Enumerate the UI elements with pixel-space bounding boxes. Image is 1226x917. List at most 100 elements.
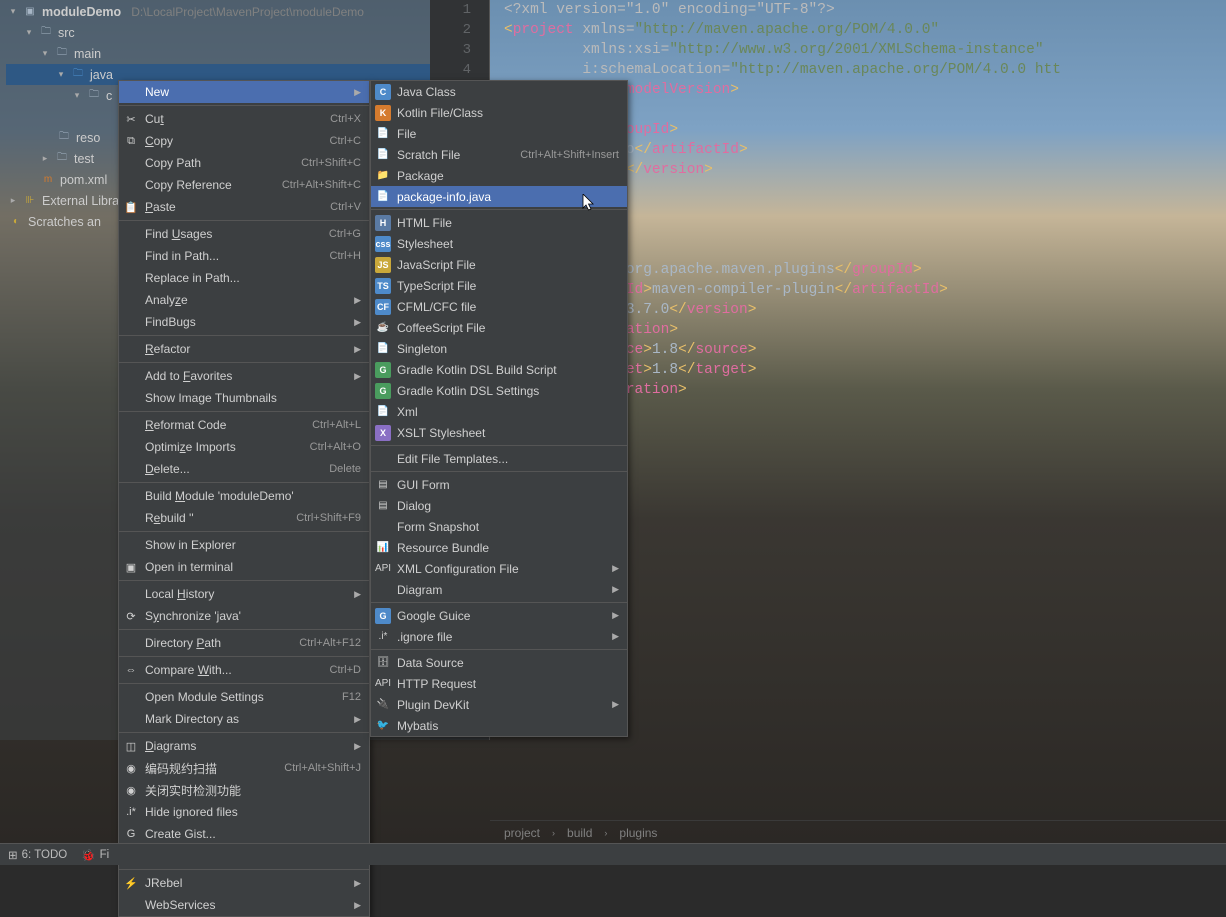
menu-shortcut: Ctrl+C: [330, 135, 361, 147]
menu-item[interactable]: Show Image Thumbnails: [119, 387, 369, 409]
menu-item[interactable]: 📄Singleton: [371, 338, 627, 359]
menu-item[interactable]: Copy ReferenceCtrl+Alt+Shift+C: [119, 174, 369, 196]
menu-shortcut: Ctrl+V: [330, 201, 361, 213]
menu-item[interactable]: 🐦Mybatis: [371, 715, 627, 736]
menu-item[interactable]: Form Snapshot: [371, 516, 627, 537]
chevron-right-icon: ▶: [354, 589, 361, 600]
menu-label: Java Class: [397, 85, 619, 99]
menu-item[interactable]: 📄File: [371, 123, 627, 144]
menu-item[interactable]: ▤Dialog: [371, 495, 627, 516]
menu-item[interactable]: FindBugs▶: [119, 311, 369, 333]
breadcrumb-item[interactable]: build: [567, 826, 592, 840]
chevron-right-icon: ▶: [354, 741, 361, 752]
menu-item[interactable]: 📋PasteCtrl+V: [119, 196, 369, 218]
folder-icon: 🗀: [70, 67, 86, 83]
findbugs-tool[interactable]: 🐞 Fi: [81, 848, 109, 862]
menu-item[interactable]: Edit File Templates...: [371, 448, 627, 469]
menu-item[interactable]: ▣Open in terminal: [119, 556, 369, 578]
menu-item[interactable]: APIHTTP Request: [371, 673, 627, 694]
menu-item[interactable]: Rebuild ''Ctrl+Shift+F9: [119, 507, 369, 529]
menu-item[interactable]: GCreate Gist...: [119, 823, 369, 845]
chevron-down-icon: ▾: [24, 27, 34, 38]
menu-item[interactable]: Add to Favorites▶: [119, 365, 369, 387]
menu-label: Data Source: [397, 656, 619, 670]
menu-item[interactable]: cssStylesheet: [371, 233, 627, 254]
menu-item[interactable]: APIXML Configuration File▶: [371, 558, 627, 579]
menu-item[interactable]: ▤GUI Form: [371, 474, 627, 495]
menu-icon: 📄: [375, 341, 391, 357]
menu-item[interactable]: Refactor▶: [119, 338, 369, 360]
menu-item[interactable]: CJava Class: [371, 81, 627, 102]
menu-item[interactable]: New▶: [119, 81, 369, 103]
menu-icon: ⇔: [123, 662, 139, 678]
menu-item[interactable]: Reformat CodeCtrl+Alt+L: [119, 414, 369, 436]
menu-label: Refactor: [145, 342, 354, 356]
tree-folder-main[interactable]: ▾ 🗀 main: [6, 43, 430, 64]
tree-folder-src[interactable]: ▾ 🗀 src: [6, 22, 430, 43]
menu-item[interactable]: Mark Directory as▶: [119, 708, 369, 730]
menu-icon: 📄: [375, 189, 391, 205]
menu-item[interactable]: ◉关闭实时检测功能: [119, 779, 369, 801]
tree-root[interactable]: ▾ ▣ moduleDemo D:\LocalProject\MavenProj…: [6, 1, 430, 22]
menu-item[interactable]: GGoogle Guice▶: [371, 605, 627, 626]
menu-label: Copy Path: [145, 156, 301, 170]
menu-item[interactable]: Build Module 'moduleDemo': [119, 485, 369, 507]
menu-item[interactable]: Directory PathCtrl+Alt+F12: [119, 632, 369, 654]
menu-item[interactable]: HHTML File: [371, 212, 627, 233]
menu-item[interactable]: 🔌Plugin DevKit▶: [371, 694, 627, 715]
chevron-right-icon: ▶: [612, 610, 619, 621]
menu-label: Build Module 'moduleDemo': [145, 489, 361, 503]
menu-item[interactable]: Optimize ImportsCtrl+Alt+O: [119, 436, 369, 458]
todo-tool[interactable]: ⊞ 6: TODO: [8, 848, 67, 862]
menu-item[interactable]: 📄package-info.java: [371, 186, 627, 207]
chevron-down-icon: ▾: [8, 6, 18, 17]
menu-item[interactable]: .i*.ignore file▶: [371, 626, 627, 647]
menu-item[interactable]: TSTypeScript File: [371, 275, 627, 296]
context-menu[interactable]: New▶ ✂CutCtrl+X⧉CopyCtrl+CCopy PathCtrl+S…: [118, 80, 370, 917]
menu-item[interactable]: Show in Explorer: [119, 534, 369, 556]
menu-item[interactable]: Delete...Delete: [119, 458, 369, 480]
menu-label: Hide ignored files: [145, 805, 361, 819]
menu-item[interactable]: 📄Xml: [371, 401, 627, 422]
menu-item[interactable]: KKotlin File/Class: [371, 102, 627, 123]
menu-label: Copy Reference: [145, 178, 282, 192]
menu-icon: 🐦: [375, 718, 391, 734]
menu-item[interactable]: 🗄Data Source: [371, 652, 627, 673]
menu-item[interactable]: ⧉CopyCtrl+C: [119, 130, 369, 152]
breadcrumb-item[interactable]: project: [504, 826, 540, 840]
menu-item[interactable]: Diagram▶: [371, 579, 627, 600]
menu-item[interactable]: Replace in Path...: [119, 267, 369, 289]
menu-item[interactable]: Find in Path...Ctrl+H: [119, 245, 369, 267]
menu-icon: CF: [375, 299, 391, 315]
menu-item[interactable]: ⟳Synchronize 'java': [119, 605, 369, 627]
menu-item[interactable]: 📁Package: [371, 165, 627, 186]
menu-item[interactable]: 📊Resource Bundle: [371, 537, 627, 558]
breadcrumb[interactable]: project › build › plugins: [490, 820, 1226, 844]
new-submenu[interactable]: CJava ClassKKotlin File/Class📄File📄Scrat…: [370, 80, 628, 737]
menu-item[interactable]: Copy PathCtrl+Shift+C: [119, 152, 369, 174]
menu-item[interactable]: JSJavaScript File: [371, 254, 627, 275]
menu-shortcut: Delete: [329, 463, 361, 475]
menu-icon: ⟳: [123, 608, 139, 624]
menu-item[interactable]: ✂CutCtrl+X: [119, 108, 369, 130]
menu-item[interactable]: Find UsagesCtrl+G: [119, 223, 369, 245]
menu-item[interactable]: ◫Diagrams▶: [119, 735, 369, 757]
menu-item[interactable]: ☕CoffeeScript File: [371, 317, 627, 338]
menu-item[interactable]: Open Module SettingsF12: [119, 686, 369, 708]
menu-item[interactable]: Analyze▶: [119, 289, 369, 311]
menu-item[interactable]: GGradle Kotlin DSL Settings: [371, 380, 627, 401]
chevron-down-icon: ▾: [72, 90, 82, 101]
menu-item[interactable]: XXSLT Stylesheet: [371, 422, 627, 443]
breadcrumb-item[interactable]: plugins: [619, 826, 657, 840]
menu-item[interactable]: ⇔Compare With...Ctrl+D: [119, 659, 369, 681]
menu-icon: css: [375, 236, 391, 252]
menu-item[interactable]: 📄Scratch FileCtrl+Alt+Shift+Insert: [371, 144, 627, 165]
menu-item[interactable]: WebServices▶: [119, 894, 369, 916]
menu-item[interactable]: CFCFML/CFC file: [371, 296, 627, 317]
menu-item[interactable]: ⚡JRebel▶: [119, 872, 369, 894]
menu-item[interactable]: Local History▶: [119, 583, 369, 605]
menu-item[interactable]: ◉编码规约扫描Ctrl+Alt+Shift+J: [119, 757, 369, 779]
menu-label: TypeScript File: [397, 279, 619, 293]
menu-item[interactable]: .i*Hide ignored files: [119, 801, 369, 823]
menu-item[interactable]: GGradle Kotlin DSL Build Script: [371, 359, 627, 380]
